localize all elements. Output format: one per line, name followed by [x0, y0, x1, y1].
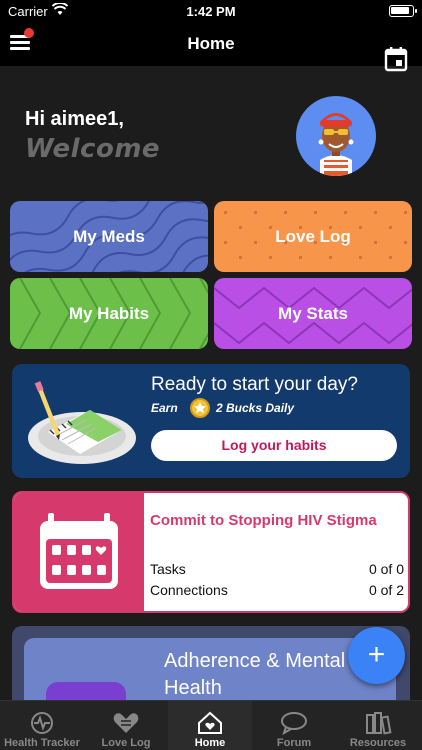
- nav-bar: Home: [0, 22, 422, 66]
- tab-label: Forum: [276, 737, 312, 749]
- connections-value: 0 of 2: [368, 582, 404, 598]
- status-bar: Carrier 1:42 PM: [0, 0, 422, 22]
- tile-label: My Stats: [278, 303, 348, 323]
- tab-label: Love Log: [101, 737, 151, 749]
- tab-label: Health Tracker: [4, 737, 80, 749]
- tile-love-log[interactable]: Love Log: [214, 201, 412, 272]
- log-habits-button[interactable]: Log your habits: [151, 430, 397, 461]
- tasks-value: 0 of 0: [368, 561, 404, 577]
- tasks-label: Tasks: [150, 561, 186, 577]
- greeting-text: Hi aimee1,: [25, 108, 124, 130]
- tab-resources[interactable]: Resources: [336, 701, 420, 750]
- chat-bubble-icon: [281, 712, 307, 735]
- books-icon: [366, 712, 392, 735]
- tab-forum[interactable]: Forum: [252, 701, 336, 750]
- tab-label: Home: [194, 737, 226, 749]
- bucks-coin-icon: [190, 398, 210, 418]
- tile-my-meds[interactable]: My Meds: [10, 201, 208, 272]
- adherence-title: Adherence & Mental Health: [164, 650, 346, 699]
- calendar-illustration-icon: [40, 513, 118, 589]
- hiv-stigma-card[interactable]: Commit to Stopping HIV Stigma Tasks 0 of…: [12, 491, 410, 613]
- connections-label: Connections: [150, 582, 228, 598]
- tab-health-tracker[interactable]: Health Tracker: [0, 701, 84, 750]
- bucks-label: 2 Bucks Daily: [216, 401, 295, 415]
- tile-my-habits[interactable]: My Habits: [10, 278, 208, 349]
- day-card-title: Ready to start your day?: [151, 374, 358, 395]
- home-icon: [198, 711, 222, 734]
- tile-label: My Meds: [73, 226, 145, 246]
- hiv-card-icon-panel: [14, 493, 144, 611]
- tab-bar: Health Tracker Love Log Home Forum Resou…: [0, 700, 422, 750]
- calendar-icon[interactable]: [384, 46, 408, 77]
- hiv-card-title: Commit to Stopping HIV Stigma: [150, 512, 377, 529]
- tile-my-stats[interactable]: My Stats: [214, 278, 412, 349]
- health-tracker-icon: [31, 712, 53, 734]
- notebook-illustration: [28, 381, 136, 464]
- tab-home[interactable]: Home: [168, 701, 252, 750]
- connections-row: Connections 0 of 2: [150, 582, 404, 598]
- avatar[interactable]: [296, 96, 376, 176]
- tile-label: Love Log: [275, 226, 351, 246]
- daily-habits-card: Ready to start your day? Earn 2 Bucks Da…: [12, 364, 410, 478]
- tab-label: Resources: [349, 737, 407, 749]
- welcome-text: Welcome: [25, 134, 161, 164]
- page-title: Home: [187, 34, 235, 53]
- tasks-row: Tasks 0 of 0: [150, 561, 404, 577]
- clock: 1:42 PM: [186, 4, 236, 19]
- battery-icon: [389, 5, 417, 17]
- add-button[interactable]: +: [348, 627, 405, 684]
- tile-label: My Habits: [68, 303, 150, 323]
- heart-icon: [113, 713, 139, 733]
- earn-label: Earn: [151, 401, 178, 415]
- tab-love-log[interactable]: Love Log: [84, 701, 168, 750]
